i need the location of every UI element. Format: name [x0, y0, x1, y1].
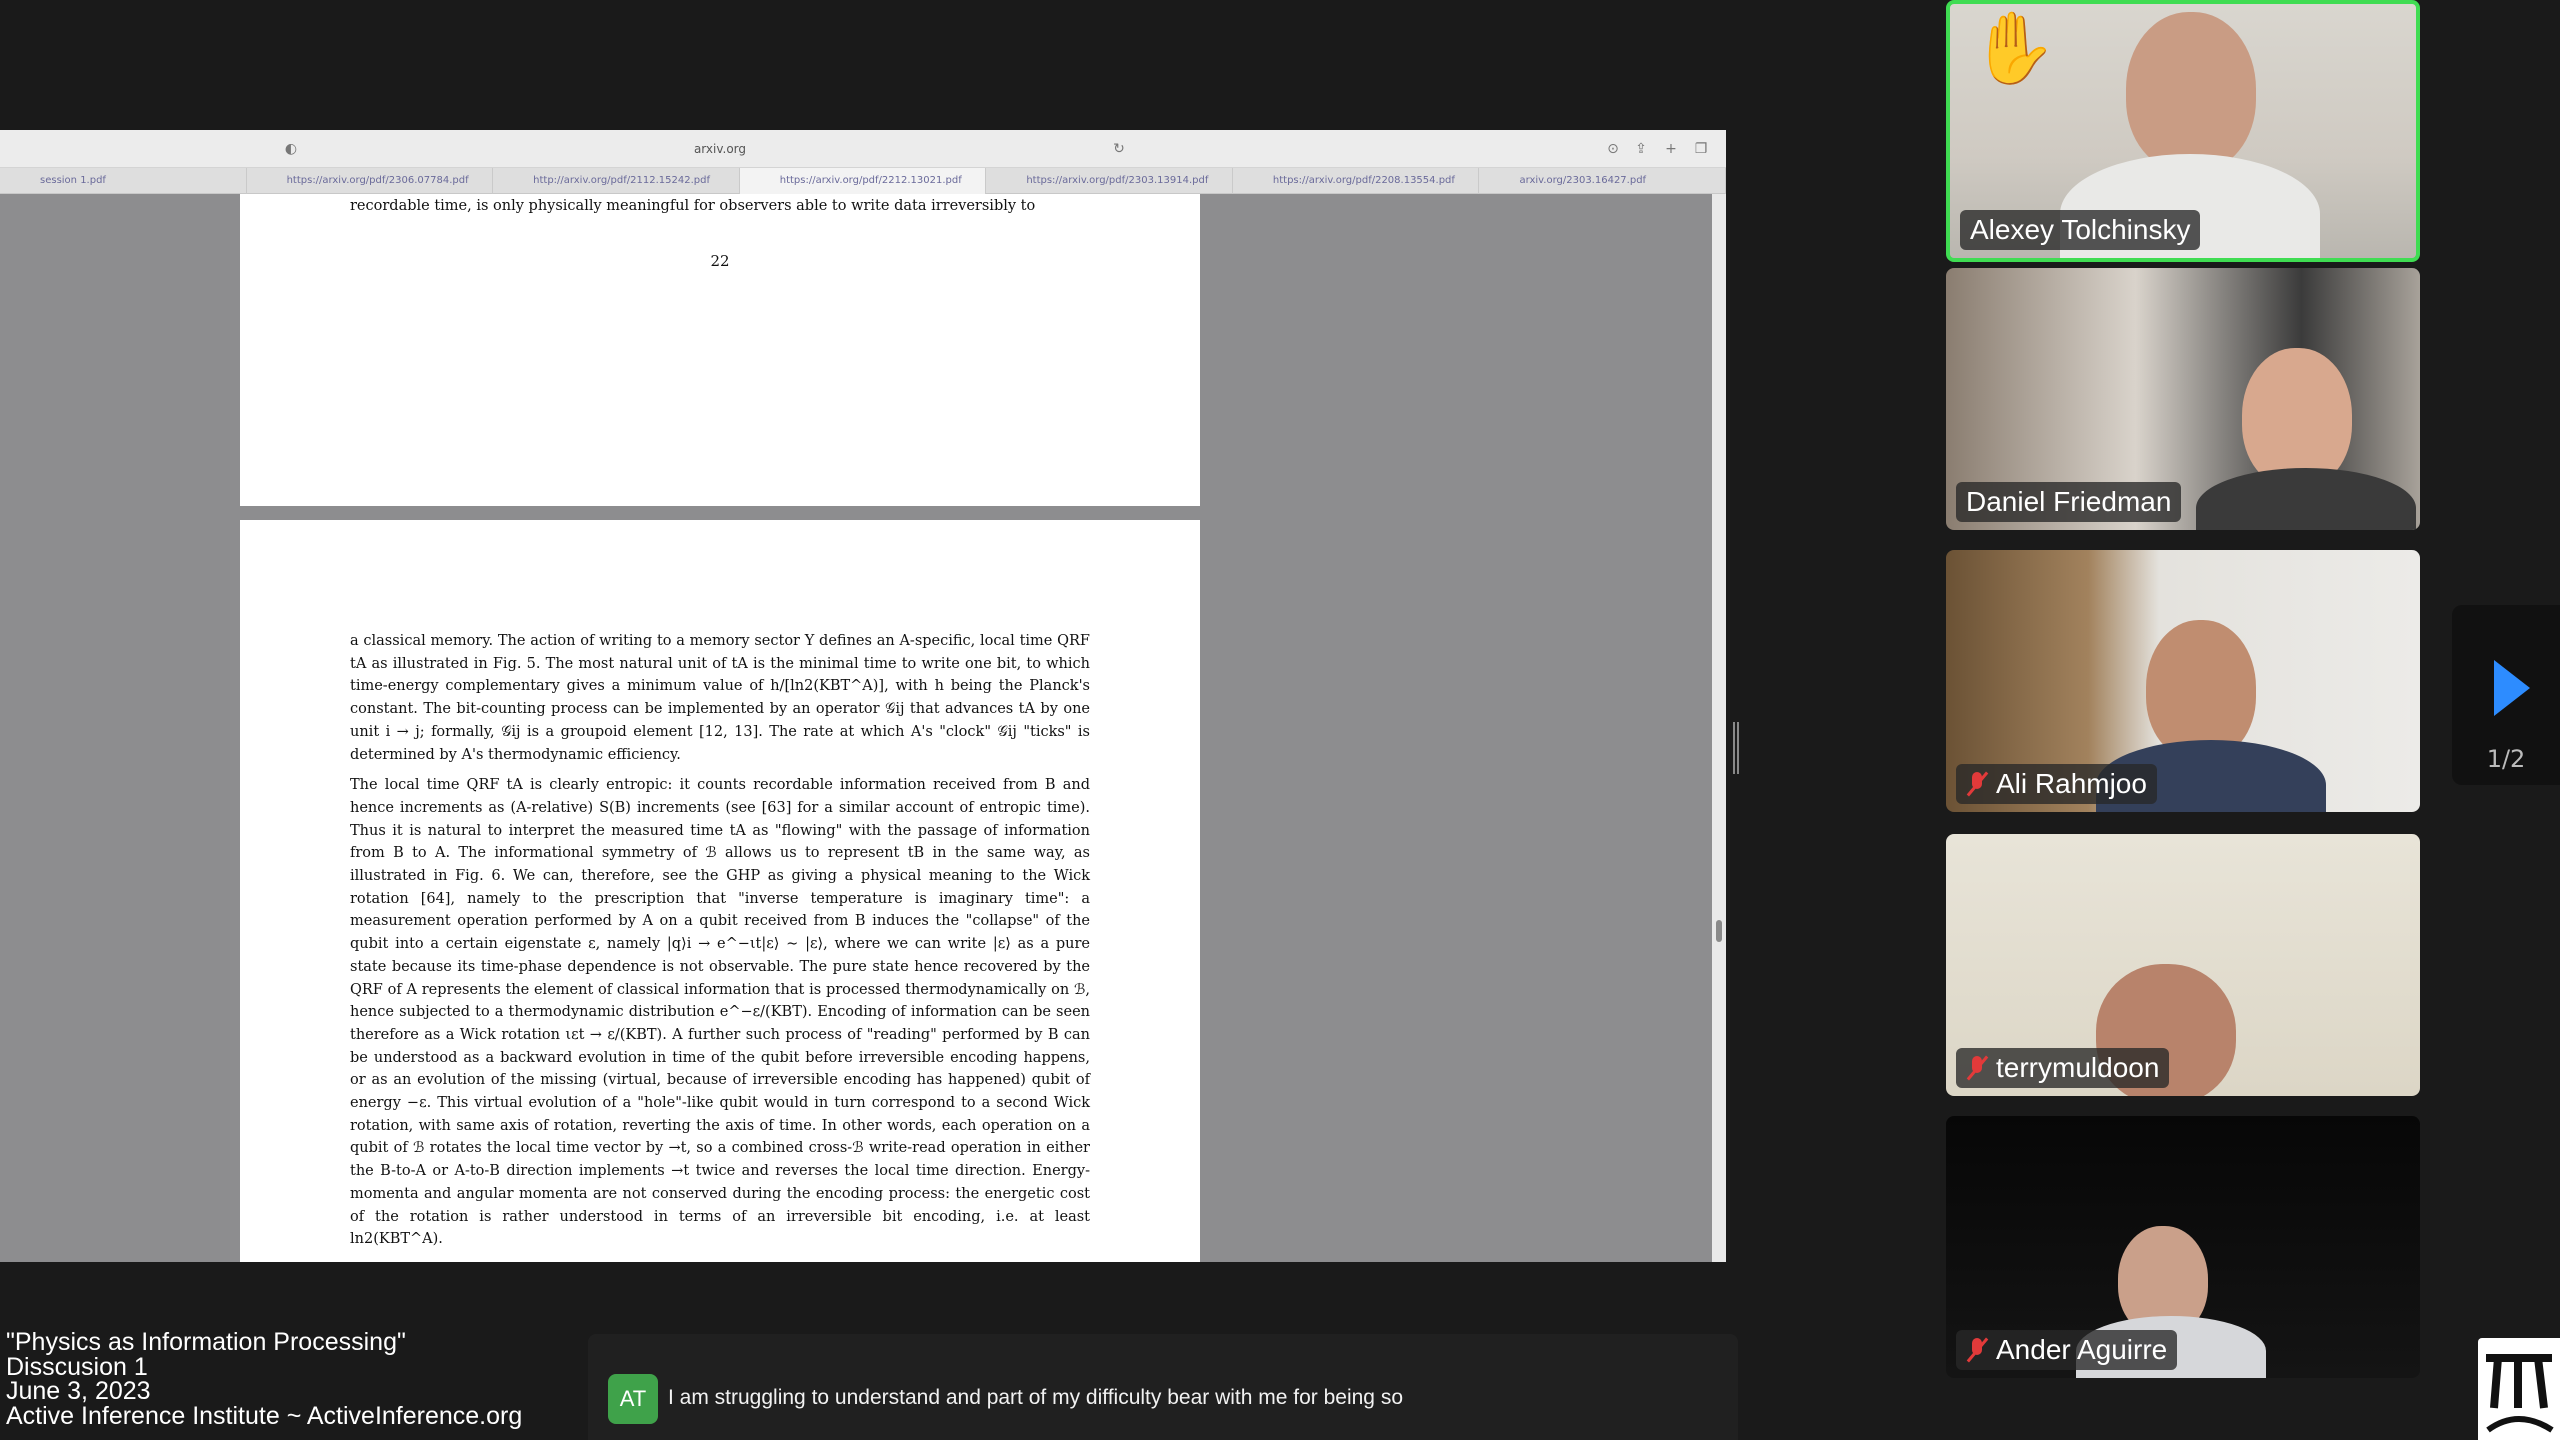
raised-hand-icon: ✋ — [1970, 7, 2058, 89]
pdf-page-number: 22 — [710, 252, 730, 270]
browser-tab[interactable]: https://arxiv.org/pdf/2306.07784.pdf — [247, 168, 494, 194]
address-bar[interactable]: arxiv.org — [560, 139, 880, 159]
overlay-organization: Active Inference Institute ~ ActiveInfer… — [6, 1401, 523, 1430]
caption-speaker-avatar: AT — [608, 1374, 658, 1424]
stream-overlay-caption: "Physics as Information Processing" Diss… — [6, 1330, 522, 1428]
browser-tab-active[interactable]: https://arxiv.org/pdf/2212.13021.pdf — [739, 168, 987, 194]
muted-mic-icon — [1966, 1337, 1989, 1363]
muted-mic-icon — [1966, 771, 1989, 797]
muted-mic-icon — [1966, 1055, 1989, 1081]
gallery-pager: 1/2 — [2452, 605, 2560, 785]
participant-name: terrymuldoon — [1996, 1052, 2160, 1083]
browser-tab[interactable]: https://arxiv.org/pdf/2303.13914.pdf — [986, 168, 1233, 194]
pager-count: 1/2 — [2486, 745, 2526, 773]
browser-tab-strip: session 1.pdf https://arxiv.org/pdf/2306… — [0, 168, 1726, 194]
caption-text: I am struggling to understand and part o… — [668, 1386, 1403, 1409]
next-page-arrow-icon[interactable] — [2494, 660, 2530, 716]
share-icon[interactable]: ⇪ — [1632, 140, 1650, 158]
participant-tile[interactable]: Daniel Friedman — [1946, 268, 2420, 530]
browser-tab[interactable]: session 1.pdf — [0, 168, 247, 194]
browser-tab[interactable]: https://arxiv.org/pdf/2208.13554.pdf — [1233, 168, 1480, 194]
participant-tile[interactable]: Ander Aguirre — [1946, 1116, 2420, 1378]
participant-name-plate: Daniel Friedman — [1956, 482, 2182, 522]
participant-name-plate: Alexey Tolchinsky — [1960, 210, 2201, 250]
pdf-text-line: recordable time, is only physically mean… — [350, 198, 1036, 214]
scrollbar-thumb[interactable] — [1716, 920, 1722, 942]
downloads-icon[interactable]: ⊙ — [1604, 140, 1622, 158]
participant-tile[interactable]: ✋ Alexey Tolchinsky — [1946, 0, 2420, 262]
participant-tile[interactable]: Ali Rahmjoo — [1946, 550, 2420, 812]
browser-toolbar: ◐ arxiv.org ↻ ⊙ ⇪ + ❐ — [0, 130, 1726, 168]
pdf-page: a classical memory. The action of writin… — [240, 520, 1200, 1262]
institute-logo-icon — [2478, 1338, 2560, 1440]
pdf-body: a classical memory. The action of writin… — [350, 630, 1090, 1259]
participant-video — [2146, 620, 2256, 760]
participant-name-plate: Ander Aguirre — [1956, 1330, 2178, 1370]
participant-video — [2196, 468, 2416, 530]
participant-name: Daniel Friedman — [1966, 486, 2172, 517]
overlay-title: "Physics as Information Processing" — [6, 1328, 406, 1356]
new-tab-icon[interactable]: + — [1662, 140, 1680, 158]
participant-video — [2242, 348, 2352, 488]
participant-name-plate: terrymuldoon — [1956, 1048, 2170, 1088]
privacy-shield-icon[interactable]: ◐ — [282, 140, 300, 158]
participant-name-plate: Ali Rahmjoo — [1956, 764, 2157, 804]
pdf-paragraph: The local time QRF tA is clearly entropi… — [350, 777, 1090, 1248]
participant-name: Alexey Tolchinsky — [1970, 214, 2191, 245]
live-caption-bar: AT I am struggling to understand and par… — [588, 1334, 1738, 1440]
pdf-paragraph: a classical memory. The action of writin… — [350, 633, 1090, 763]
participant-tile[interactable]: terrymuldoon — [1946, 834, 2420, 1096]
pdf-page: recordable time, is only physically mean… — [240, 194, 1200, 506]
overlay-date: June 3, 2023 — [6, 1377, 151, 1405]
browser-tab[interactable]: arxiv.org/2303.16427.pdf — [1479, 168, 1726, 194]
pdf-scrollbar[interactable] — [1712, 194, 1726, 1262]
split-view-handle[interactable] — [1733, 722, 1739, 774]
browser-tab[interactable]: http://arxiv.org/pdf/2112.15242.pdf — [493, 168, 740, 194]
shared-screen: ◐ arxiv.org ↻ ⊙ ⇪ + ❐ session 1.pdf http… — [0, 130, 1726, 1262]
participant-name: Ali Rahmjoo — [1996, 768, 2147, 799]
participant-video — [2126, 12, 2256, 172]
reload-icon[interactable]: ↻ — [1110, 140, 1128, 158]
tab-overview-icon[interactable]: ❐ — [1692, 140, 1710, 158]
participant-name: Ander Aguirre — [1996, 1334, 2168, 1365]
overlay-subtitle: Disscusion 1 — [6, 1352, 148, 1381]
